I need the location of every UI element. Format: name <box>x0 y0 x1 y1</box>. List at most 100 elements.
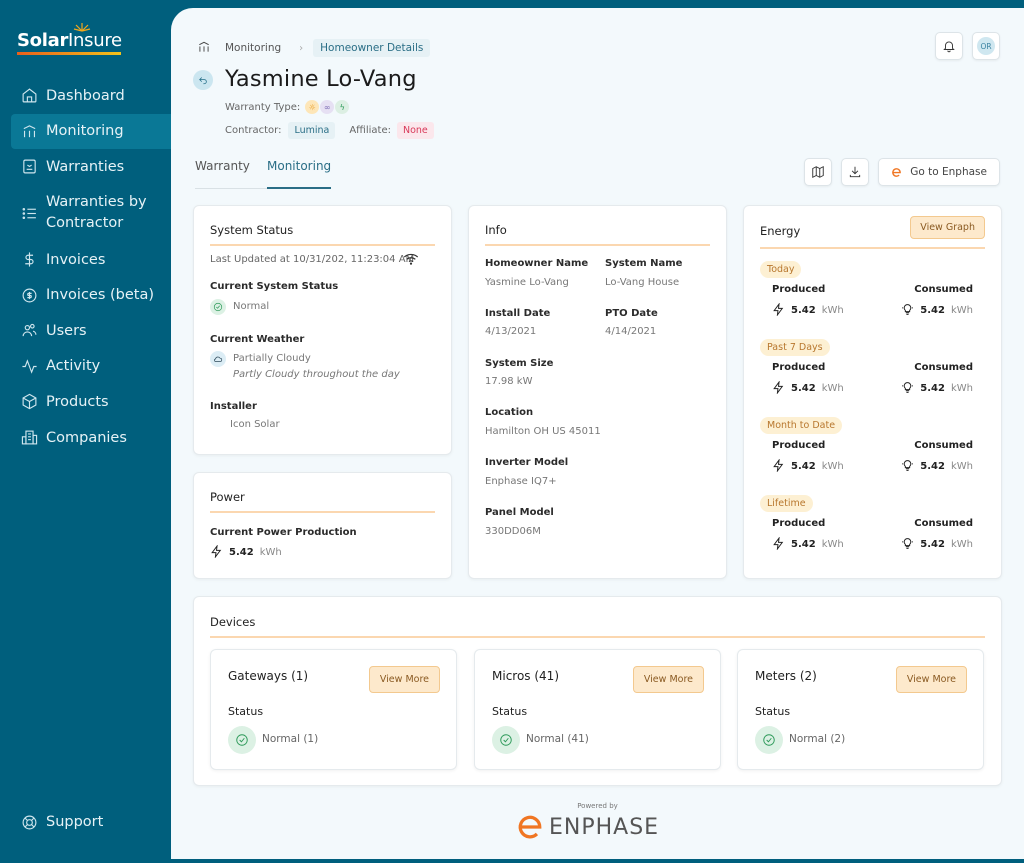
status-label: Status <box>492 705 528 718</box>
consumed-label: Consumed <box>914 284 973 295</box>
contractor-label: Contractor: <box>225 125 282 136</box>
divider <box>210 636 985 638</box>
lightbulb-icon <box>901 301 914 320</box>
sidebar-item-support[interactable]: Support <box>20 813 103 831</box>
status-value: Normal (2) <box>789 733 846 745</box>
warranty-type-row: Warranty Type: ☼ ∞ ϟ <box>225 100 350 114</box>
sidebar-item-label: Warranties <box>46 158 125 175</box>
home-icon <box>20 87 38 105</box>
consumed-label: Consumed <box>914 362 973 373</box>
back-button[interactable] <box>193 70 213 90</box>
map-button[interactable] <box>804 158 833 186</box>
view-more-button[interactable]: View More <box>895 666 967 693</box>
download-icon <box>850 166 861 178</box>
device-card-meters: Meters (2) View More Status Normal (2) <box>737 649 984 770</box>
sidebar-item-label: Invoices (beta) <box>46 287 155 304</box>
status-value: Normal (41) <box>526 733 589 745</box>
sidebar-item-label: Contractor <box>46 215 124 232</box>
box-icon <box>20 393 38 411</box>
view-graph-button[interactable]: View Graph <box>910 216 985 239</box>
notifications-button[interactable] <box>935 32 963 60</box>
bolt-icon <box>772 457 785 476</box>
sidebar-item-label: Invoices <box>46 251 106 268</box>
link-warranty-icon: ∞ <box>320 100 335 114</box>
monitoring-icon <box>197 40 211 57</box>
view-more-button[interactable]: View More <box>368 666 440 693</box>
produced-value: 5.42 <box>791 305 816 316</box>
contractor-tag[interactable]: Lumina <box>288 122 336 139</box>
bolt-icon <box>772 535 785 554</box>
view-more-button[interactable]: View More <box>632 666 704 693</box>
system-size-value: 17.98 kW <box>485 376 533 387</box>
bell-icon <box>943 41 955 53</box>
devices-card: Devices Gateways (1) View More Status No… <box>193 596 1002 786</box>
tab-warranty[interactable]: Warranty <box>195 156 267 188</box>
breadcrumb-monitoring[interactable]: Monitoring <box>225 42 281 54</box>
system-status-label: Current System Status <box>210 281 339 292</box>
logo-underline <box>17 52 121 55</box>
produced-value: 5.42 <box>791 383 816 394</box>
sidebar-item-companies[interactable]: Companies <box>0 420 172 456</box>
system-name-value: Lo-Vang House <box>605 277 680 288</box>
download-button[interactable] <box>841 158 870 186</box>
sidebar-item-invoices[interactable]: Invoices <box>0 242 172 278</box>
device-title: Gateways (1) <box>228 669 309 683</box>
consumed-value: 5.42 <box>920 461 945 472</box>
status-label: Status <box>755 705 791 718</box>
solar-warranty-icon: ☼ <box>305 100 320 114</box>
enphase-logo-icon <box>892 167 902 177</box>
device-title: Micros (41) <box>492 669 559 683</box>
enphase-wordmark: ENPHASE <box>549 814 660 840</box>
unit: kWh <box>821 305 844 316</box>
pto-date-label: PTO Date <box>605 308 658 319</box>
sidebar: SolarInsure Dashboard Monitoring Warrant… <box>0 0 172 863</box>
period-badge: Today <box>760 261 802 278</box>
card-title: Power <box>210 490 245 504</box>
produced-label: Produced <box>772 518 826 529</box>
monitoring-icon <box>20 122 38 140</box>
map-icon <box>812 165 824 179</box>
consumed-label: Consumed <box>914 518 973 529</box>
lightbulb-icon <box>901 379 914 398</box>
sidebar-item-invoices-beta[interactable]: Invoices (beta) <box>0 277 172 313</box>
consumed-value: 5.42 <box>920 539 945 550</box>
lightbulb-icon <box>901 535 914 554</box>
sidebar-item-products[interactable]: Products <box>0 384 172 420</box>
card-title: Info <box>485 223 507 237</box>
sidebar-item-dashboard[interactable]: Dashboard <box>0 78 172 114</box>
brand-bold: Solar <box>17 30 69 51</box>
main-content: Monitoring › Homeowner Details OR Yasmin… <box>171 8 1024 859</box>
period-badge: Month to Date <box>760 417 843 434</box>
inverter-model-label: Inverter Model <box>485 457 569 468</box>
sidebar-item-monitoring[interactable]: Monitoring <box>11 113 172 150</box>
produced-value: 5.42 <box>791 461 816 472</box>
check-circle-icon <box>210 299 226 315</box>
divider <box>485 244 710 246</box>
go-to-enphase-button[interactable]: Go to Enphase <box>878 158 1000 186</box>
install-date-label: Install Date <box>485 308 551 319</box>
unit: kWh <box>950 383 973 394</box>
dollar-circle-icon <box>20 286 38 304</box>
sidebar-item-users[interactable]: Users <box>0 313 172 349</box>
installer-value: Icon Solar <box>230 419 280 430</box>
unit: kWh <box>950 305 973 316</box>
unit: kWh <box>821 539 844 550</box>
check-circle-icon <box>228 726 256 754</box>
sidebar-item-warranties[interactable]: Warranties <box>0 149 172 185</box>
sidebar-item-warranties-by-contractor[interactable]: Warranties by Contractor <box>0 185 172 242</box>
sidebar-item-activity[interactable]: Activity <box>0 349 172 385</box>
installer-label: Installer <box>210 401 257 412</box>
solarinsure-logo[interactable]: SolarInsure <box>17 22 127 55</box>
warranty-type-label: Warranty Type: <box>225 101 301 113</box>
tab-monitoring[interactable]: Monitoring <box>267 156 331 189</box>
user-menu-button[interactable]: OR <box>972 32 1000 60</box>
go-to-enphase-label: Go to Enphase <box>910 166 987 178</box>
enphase-footer-logo: ENPHASE <box>517 814 659 840</box>
sidebar-nav: Dashboard Monitoring Warranties Warranti… <box>0 78 172 455</box>
card-title: Devices <box>210 615 256 629</box>
sidebar-item-label: Companies <box>46 429 127 446</box>
sidebar-item-label: Activity <box>46 358 101 375</box>
device-title: Meters (2) <box>755 669 817 683</box>
list-icon <box>20 204 38 222</box>
lightbulb-icon <box>901 457 914 476</box>
